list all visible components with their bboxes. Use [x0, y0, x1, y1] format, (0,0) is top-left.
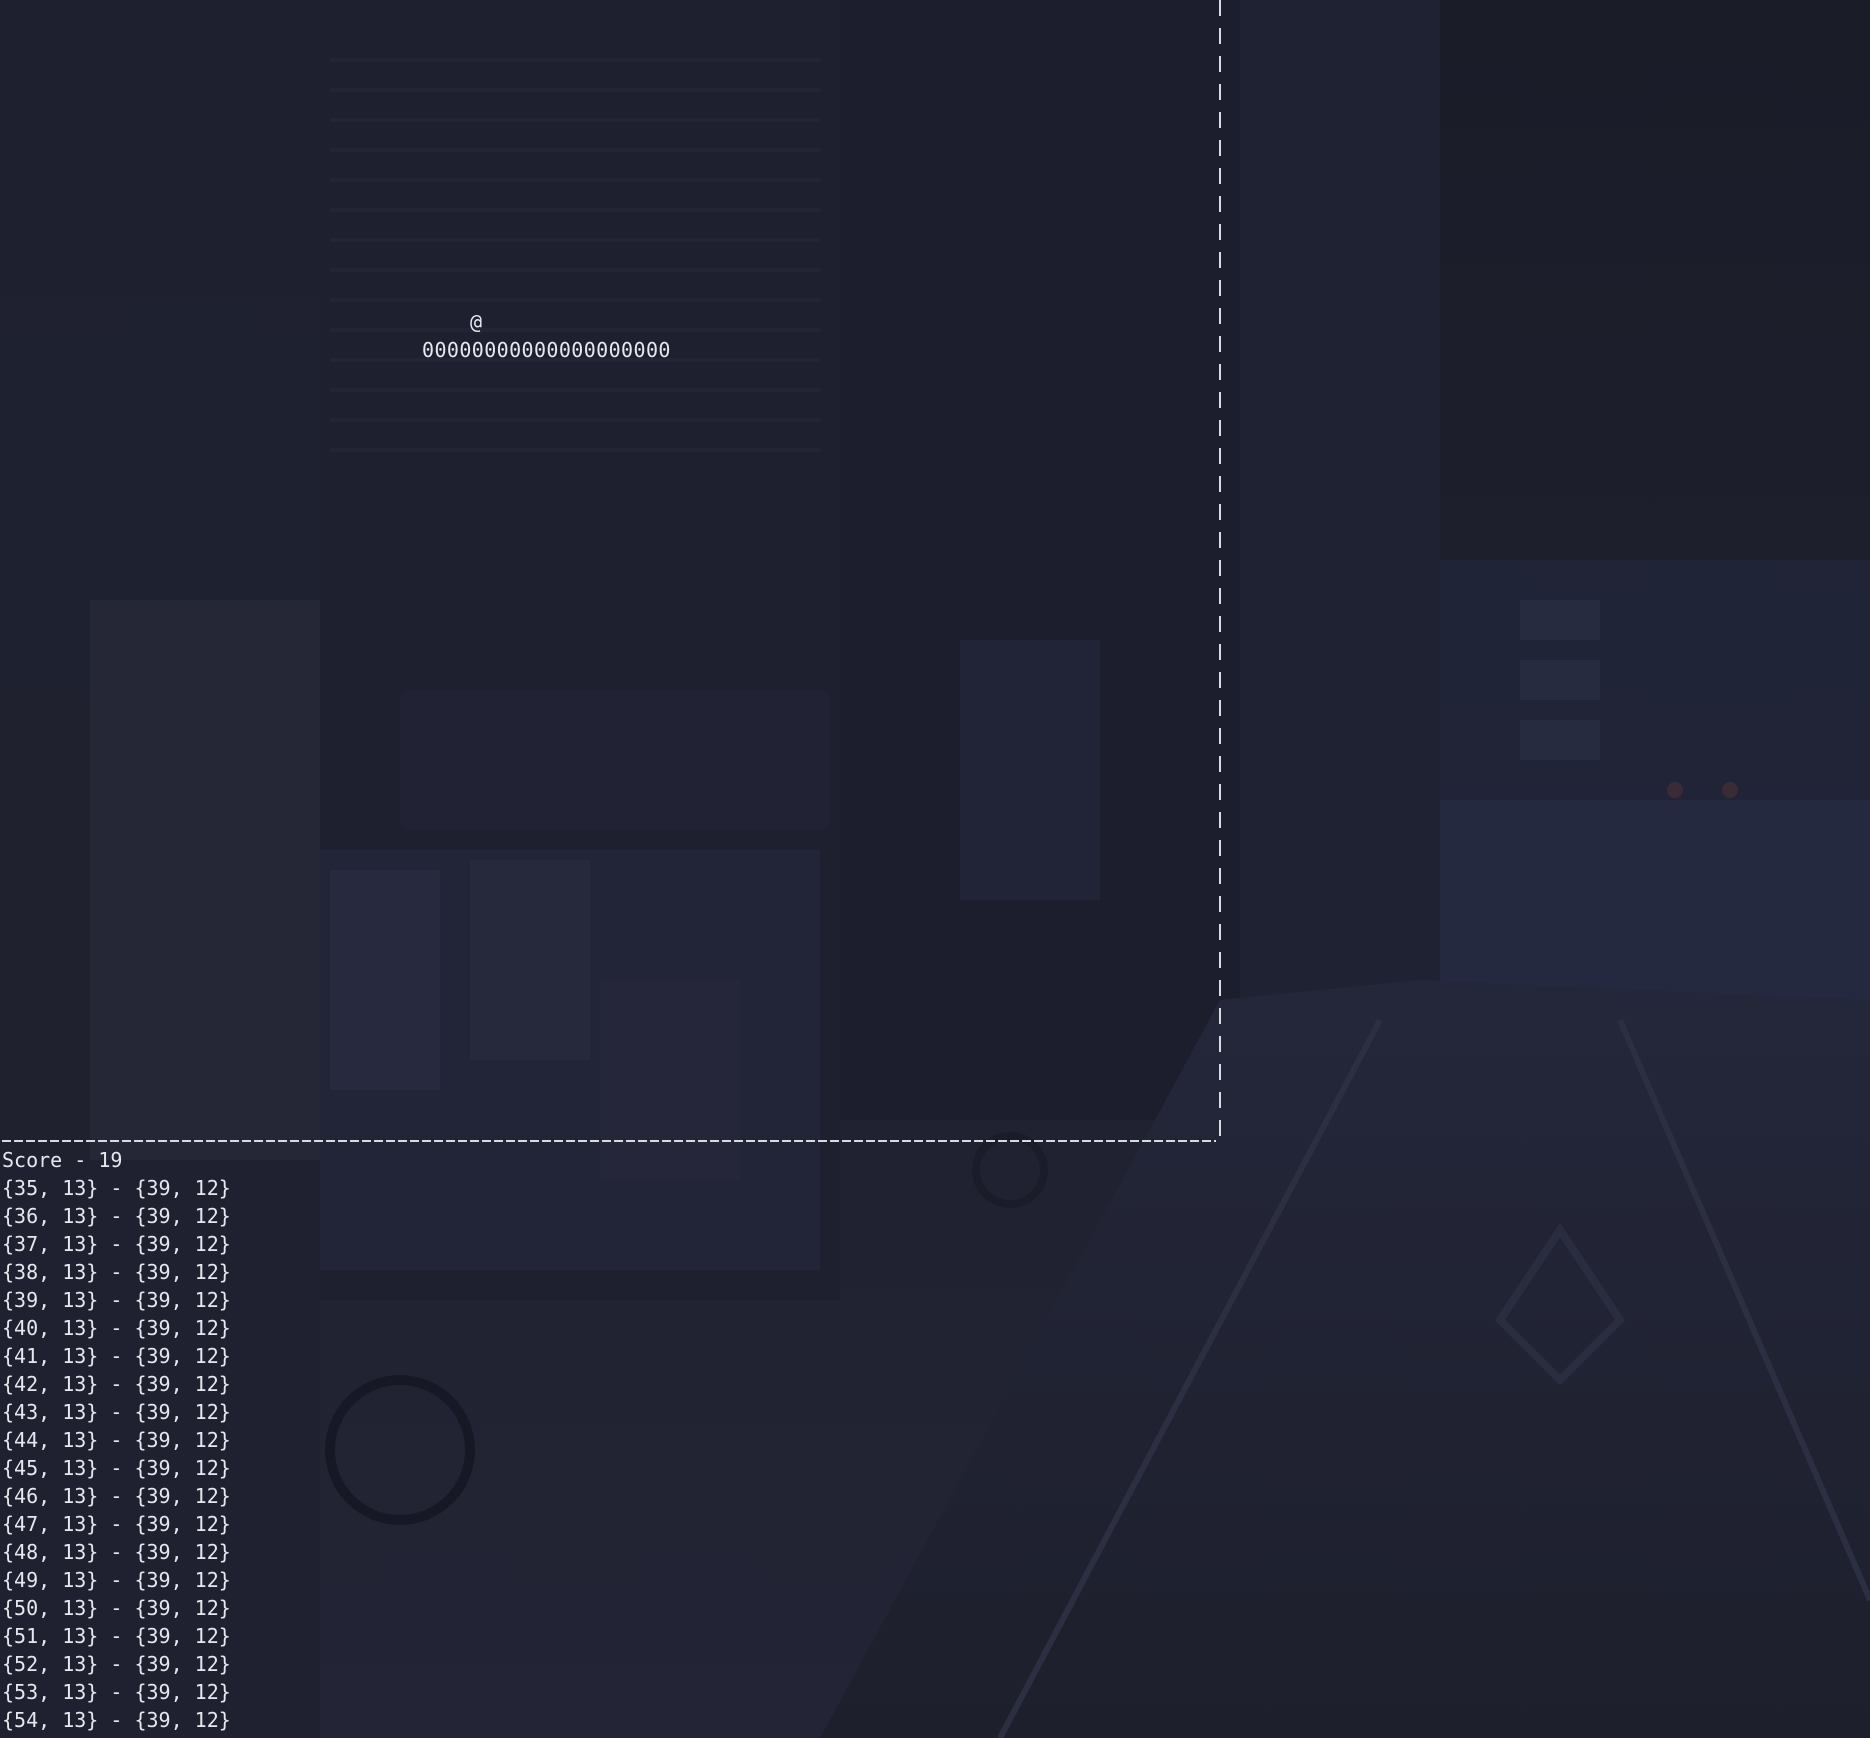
game-board-bottom-border	[2, 1140, 1216, 1142]
log-line: {38, 13} - {39, 12}	[2, 1260, 231, 1284]
log-line: {52, 13} - {39, 12}	[2, 1652, 231, 1676]
log-line: {49, 13} - {39, 12}	[2, 1568, 231, 1592]
terminal-window: @ 00000000000000000000 Score - 19 {35, 1…	[0, 0, 1870, 1738]
log-line: {46, 13} - {39, 12}	[2, 1484, 231, 1508]
log-line: {44, 13} - {39, 12}	[2, 1428, 231, 1452]
log-line: {41, 13} - {39, 12}	[2, 1344, 231, 1368]
log-line: {47, 13} - {39, 12}	[2, 1512, 231, 1536]
log-line: {50, 13} - {39, 12}	[2, 1596, 231, 1620]
log-line: {35, 13} - {39, 12}	[2, 1176, 231, 1200]
game-board-right-border	[1219, 0, 1221, 1140]
score-readout: Score - 19	[2, 1148, 123, 1172]
log-line: {42, 13} - {39, 12}	[2, 1372, 231, 1396]
coordinate-log: {35, 13} - {39, 12} {36, 13} - {39, 12} …	[2, 1174, 231, 1734]
log-line: {43, 13} - {39, 12}	[2, 1400, 231, 1424]
snake-head: @	[470, 310, 483, 334]
log-line: {40, 13} - {39, 12}	[2, 1316, 231, 1340]
log-line: {48, 13} - {39, 12}	[2, 1540, 231, 1564]
log-line: {45, 13} - {39, 12}	[2, 1456, 231, 1480]
log-line: {53, 13} - {39, 12}	[2, 1680, 231, 1704]
log-line: {37, 13} - {39, 12}	[2, 1232, 231, 1256]
log-line: {51, 13} - {39, 12}	[2, 1624, 231, 1648]
log-line: {36, 13} - {39, 12}	[2, 1204, 231, 1228]
log-line: {39, 13} - {39, 12}	[2, 1288, 231, 1312]
snake-body: 00000000000000000000	[422, 338, 671, 362]
log-line: {54, 13} - {39, 12}	[2, 1708, 231, 1732]
